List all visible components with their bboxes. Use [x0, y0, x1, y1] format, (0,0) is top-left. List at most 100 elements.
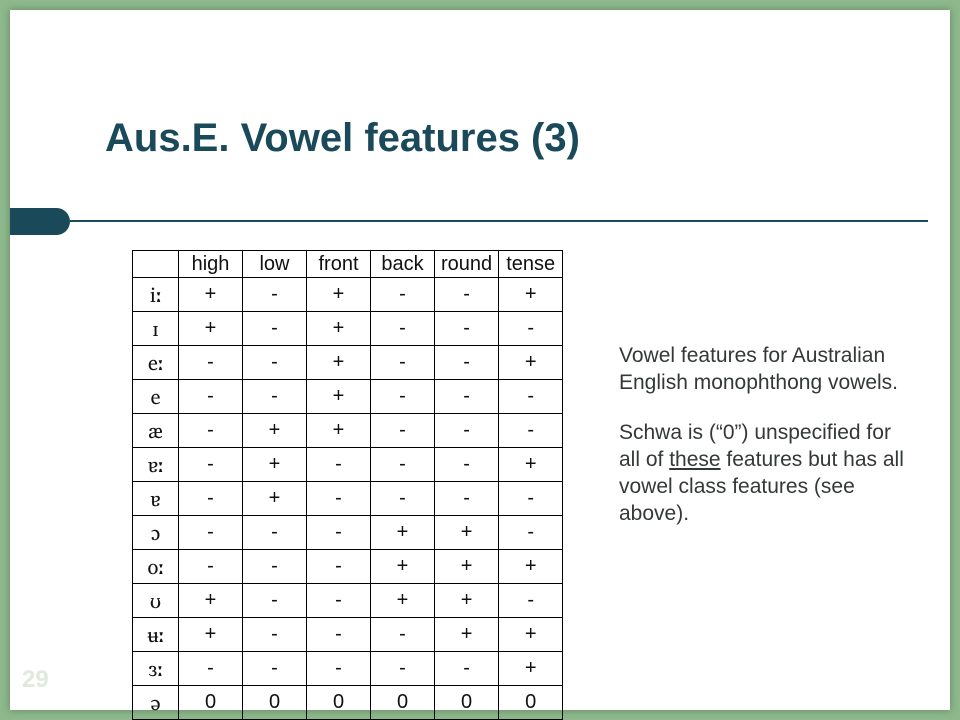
feature-cell: -	[371, 278, 435, 312]
vowel-symbol: oː	[133, 550, 179, 584]
feature-cell: +	[243, 414, 307, 448]
feature-cell: +	[307, 312, 371, 346]
feature-cell: 0	[371, 686, 435, 720]
table-row: iː+-+--+	[133, 278, 563, 312]
col-header: back	[371, 251, 435, 278]
feature-cell: -	[307, 550, 371, 584]
feature-cell: +	[179, 584, 243, 618]
vowel-symbol: æ	[133, 414, 179, 448]
col-header: high	[179, 251, 243, 278]
feature-cell: +	[499, 652, 563, 686]
title-rule	[70, 220, 928, 222]
table-row: eː--+--+	[133, 346, 563, 380]
table-body: iː+-+--+ɪ+-+---eː--+--+e--+---æ-++---ɐː-…	[133, 278, 563, 720]
feature-cell: -	[179, 550, 243, 584]
feature-cell: -	[435, 448, 499, 482]
feature-cell: -	[243, 380, 307, 414]
feature-cell: -	[179, 346, 243, 380]
feature-cell: 0	[243, 686, 307, 720]
feature-cell: 0	[435, 686, 499, 720]
table-row: ɜː-----+	[133, 652, 563, 686]
col-header: low	[243, 251, 307, 278]
feature-cell: -	[179, 516, 243, 550]
vowel-symbol: ɐː	[133, 448, 179, 482]
underlined-text: these	[669, 448, 720, 471]
vowel-symbol: eː	[133, 346, 179, 380]
slide: Aus.E. Vowel features (3) high low front…	[10, 10, 950, 710]
feature-cell: +	[435, 516, 499, 550]
feature-cell: +	[499, 550, 563, 584]
feature-cell: -	[435, 414, 499, 448]
table-row: ə000000	[133, 686, 563, 720]
feature-cell: +	[371, 550, 435, 584]
slide-title: Aus.E. Vowel features (3)	[105, 116, 580, 161]
feature-cell: -	[435, 380, 499, 414]
feature-cell: -	[307, 584, 371, 618]
table-header-row: high low front back round tense	[133, 251, 563, 278]
feature-cell: -	[499, 414, 563, 448]
vowel-symbol: e	[133, 380, 179, 414]
title-bullet	[10, 208, 70, 235]
feature-cell: -	[371, 380, 435, 414]
feature-cell: -	[243, 550, 307, 584]
col-header: round	[435, 251, 499, 278]
feature-cell: -	[435, 278, 499, 312]
feature-cell: -	[307, 618, 371, 652]
vowel-symbol: ʉː	[133, 618, 179, 652]
feature-cell: +	[435, 618, 499, 652]
feature-cell: -	[179, 414, 243, 448]
feature-cell: +	[307, 414, 371, 448]
side-paragraph: Vowel features for Australian English mo…	[619, 342, 905, 397]
feature-cell: -	[371, 312, 435, 346]
feature-cell: -	[307, 516, 371, 550]
feature-cell: -	[307, 482, 371, 516]
feature-cell: +	[499, 618, 563, 652]
feature-cell: -	[499, 584, 563, 618]
feature-cell: +	[307, 346, 371, 380]
side-paragraph: Schwa is (“0”) unspecified for all of th…	[619, 419, 905, 528]
feature-cell: -	[243, 652, 307, 686]
feature-cell: +	[371, 584, 435, 618]
feature-cell: -	[435, 346, 499, 380]
table-row: ɪ+-+---	[133, 312, 563, 346]
table-row: e--+---	[133, 380, 563, 414]
feature-cell: +	[243, 448, 307, 482]
feature-cell: +	[499, 346, 563, 380]
feature-cell: +	[371, 516, 435, 550]
vowel-symbol: ɪ	[133, 312, 179, 346]
feature-cell: -	[371, 414, 435, 448]
col-header: tense	[499, 251, 563, 278]
feature-cell: +	[499, 278, 563, 312]
feature-cell: -	[243, 278, 307, 312]
feature-cell: +	[499, 448, 563, 482]
feature-cell: +	[243, 482, 307, 516]
feature-cell: +	[307, 380, 371, 414]
feature-table: high low front back round tense iː+-+--+…	[132, 250, 563, 720]
feature-cell: 0	[307, 686, 371, 720]
feature-cell: 0	[499, 686, 563, 720]
feature-cell: +	[435, 550, 499, 584]
feature-cell: -	[243, 516, 307, 550]
table-row: oː---+++	[133, 550, 563, 584]
feature-cell: -	[179, 652, 243, 686]
feature-cell: 0	[179, 686, 243, 720]
feature-cell: -	[499, 516, 563, 550]
header-blank	[133, 251, 179, 278]
feature-cell: -	[243, 312, 307, 346]
feature-cell: -	[243, 618, 307, 652]
feature-cell: -	[499, 482, 563, 516]
feature-cell: +	[179, 312, 243, 346]
feature-cell: -	[243, 584, 307, 618]
feature-cell: -	[243, 346, 307, 380]
feature-cell: -	[179, 448, 243, 482]
feature-cell: -	[371, 482, 435, 516]
feature-cell: -	[179, 482, 243, 516]
feature-cell: +	[307, 278, 371, 312]
vowel-symbol: ɔ	[133, 516, 179, 550]
feature-cell: -	[371, 346, 435, 380]
vowel-symbol: ɜː	[133, 652, 179, 686]
feature-table-container: high low front back round tense iː+-+--+…	[132, 250, 563, 720]
table-row: ɔ---++-	[133, 516, 563, 550]
feature-cell: -	[435, 312, 499, 346]
vowel-symbol: ʊ	[133, 584, 179, 618]
